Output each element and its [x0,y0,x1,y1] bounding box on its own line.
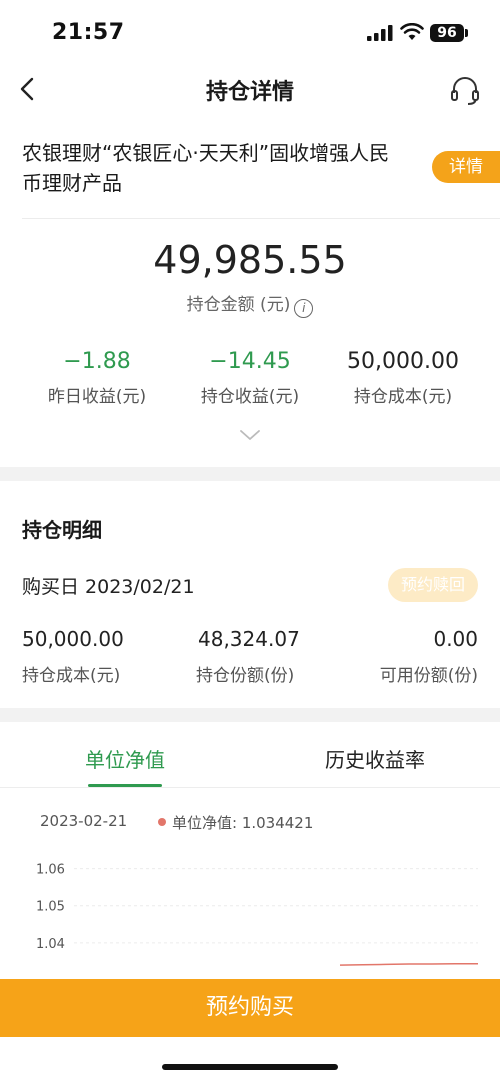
battery-nub [465,29,468,37]
headset-icon[interactable] [449,74,481,106]
y-tick-label: 1.05 [36,900,65,915]
detail-value-shares: 48,324.07 [198,627,300,651]
signal-icon [367,25,393,41]
section-separator [0,467,500,481]
status-time: 21:57 [52,20,125,45]
home-indicator [162,1064,338,1070]
holding-amount-label-text: 持仓金额 (元) [186,295,291,315]
stat-value: 50,000.00 [347,349,459,374]
holding-amount: 49,985.55 [153,238,347,282]
wifi-icon [400,23,424,40]
detail-value-available: 0.00 [433,627,478,651]
detail-label-shares: 持仓份额(份) [196,666,295,686]
redeem-button[interactable]: 预约赎回 [388,568,478,602]
detail-button[interactable]: 详情 [432,151,500,183]
stat-label: 持仓成本(元) [353,387,453,407]
stat-label: 持仓收益(元) [200,387,300,407]
section-title: 持仓明细 [22,518,102,542]
stat-holding-income: −14.45 持仓收益(元) [167,348,333,407]
detail-value-cost: 50,000.00 [22,627,124,651]
info-icon[interactable]: i [294,299,314,318]
battery-icon: 96 [430,24,464,42]
legend-dot [158,818,166,826]
buy-button[interactable]: 预约购买 [0,979,500,1037]
purchase-date: 购买日 2023/02/21 [22,576,195,598]
stat-label: 昨日收益(元) [47,387,147,407]
divider [0,787,500,788]
stat-value: −14.45 [209,349,291,374]
chevron-down-icon[interactable] [239,428,261,442]
chart-legend: 单位净值: 1.034421 [158,812,313,833]
divider [22,218,500,219]
y-tick-label: 1.04 [36,937,65,952]
stat-value: −1.88 [63,349,131,374]
stat-yesterday-income: −1.88 昨日收益(元) [14,348,180,407]
tab-unit-nav[interactable]: 单位净值 [0,744,250,773]
detail-label-cost: 持仓成本(元) [22,666,121,686]
detail-label-available: 可用份额(份) [379,666,478,686]
section-separator [0,708,500,722]
page-title: 持仓详情 [205,80,294,105]
chart-legend-text: 单位净值: 1.034421 [172,814,314,832]
tab-history-yield[interactable]: 历史收益率 [250,744,500,773]
series-line [339,962,478,966]
chart-tooltip-date: 2023-02-21 [40,812,128,830]
y-tick-label: 1.06 [36,863,65,878]
product-name: 农银理财“农银匠心·天天利”固收增强人民币理财产品 [22,141,390,195]
stat-holding-cost: 50,000.00 持仓成本(元) [320,348,486,407]
nav-line-chart[interactable]: 1.06 1.05 1.04 [0,850,500,980]
holding-amount-label: 持仓金额 (元) i [0,290,500,318]
